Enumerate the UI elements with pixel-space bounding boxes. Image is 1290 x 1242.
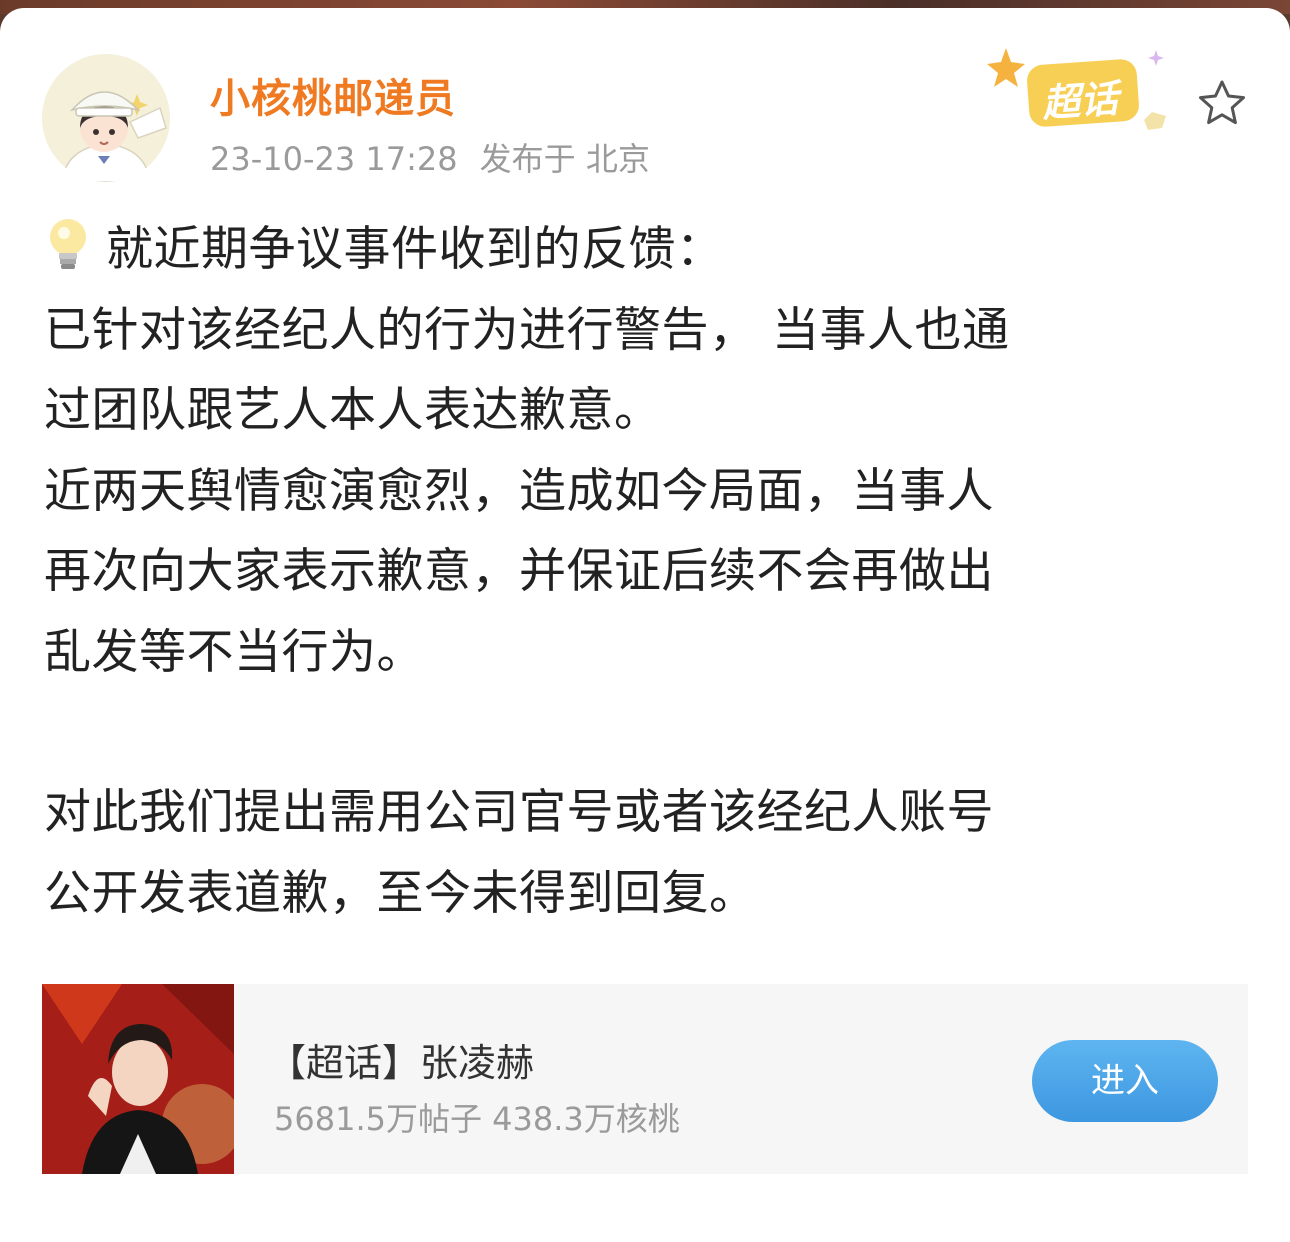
- post-card: 小核桃邮递员 23-10-23 17:28 发布于 北京 超话 就近期争议事件收到…: [0, 8, 1290, 1242]
- enter-button[interactable]: 进入: [1032, 1040, 1218, 1122]
- topic-thumbnail: [42, 984, 234, 1174]
- avatar-illustration: [42, 54, 170, 182]
- post-location: 发布于 北京: [479, 140, 650, 178]
- author-name[interactable]: 小核桃邮递员: [210, 66, 456, 124]
- post-line: 已针对该经纪人的行为进行警告， 当事人也通: [44, 302, 1010, 358]
- post-line: 过团队跟艺人本人表达歉意。: [44, 383, 662, 438]
- post-line: 对此我们提出需用公司官号或者该经纪人账号: [44, 785, 994, 840]
- post-line: 就近期争议事件收到的反馈：: [44, 210, 1254, 291]
- post-line: 公开发表道歉，至今未得到回复。: [44, 865, 757, 921]
- author-avatar[interactable]: [42, 54, 170, 182]
- post-meta: 23-10-23 17:28 发布于 北京: [210, 134, 650, 180]
- post-line: 近两天舆情愈演愈烈，造成如今局面，当事人: [44, 463, 994, 519]
- topic-title: 【超话】张凌赫: [268, 1041, 535, 1085]
- super-topic-badge-label: 超话: [1040, 76, 1120, 126]
- post-line: 再次向大家表示歉意，并保证后续不会再做出: [44, 544, 994, 599]
- super-topic-card[interactable]: 【超话】张凌赫 5681.5万帖子 438.3万核桃 进入: [42, 984, 1248, 1174]
- post-line: 乱发等不当行为。: [44, 624, 424, 680]
- star-icon[interactable]: [1196, 78, 1248, 130]
- post-time: 23-10-23 17:28: [210, 140, 458, 178]
- topic-stats: 5681.5万帖子 438.3万核桃: [274, 1100, 680, 1138]
- post-body: 就近期争议事件收到的反馈： 已针对该经纪人的行为进行警告， 当事人也通 过团队跟…: [44, 210, 1254, 934]
- super-topic-badge[interactable]: 超话: [984, 42, 1184, 142]
- lightbulb-icon: [44, 215, 92, 275]
